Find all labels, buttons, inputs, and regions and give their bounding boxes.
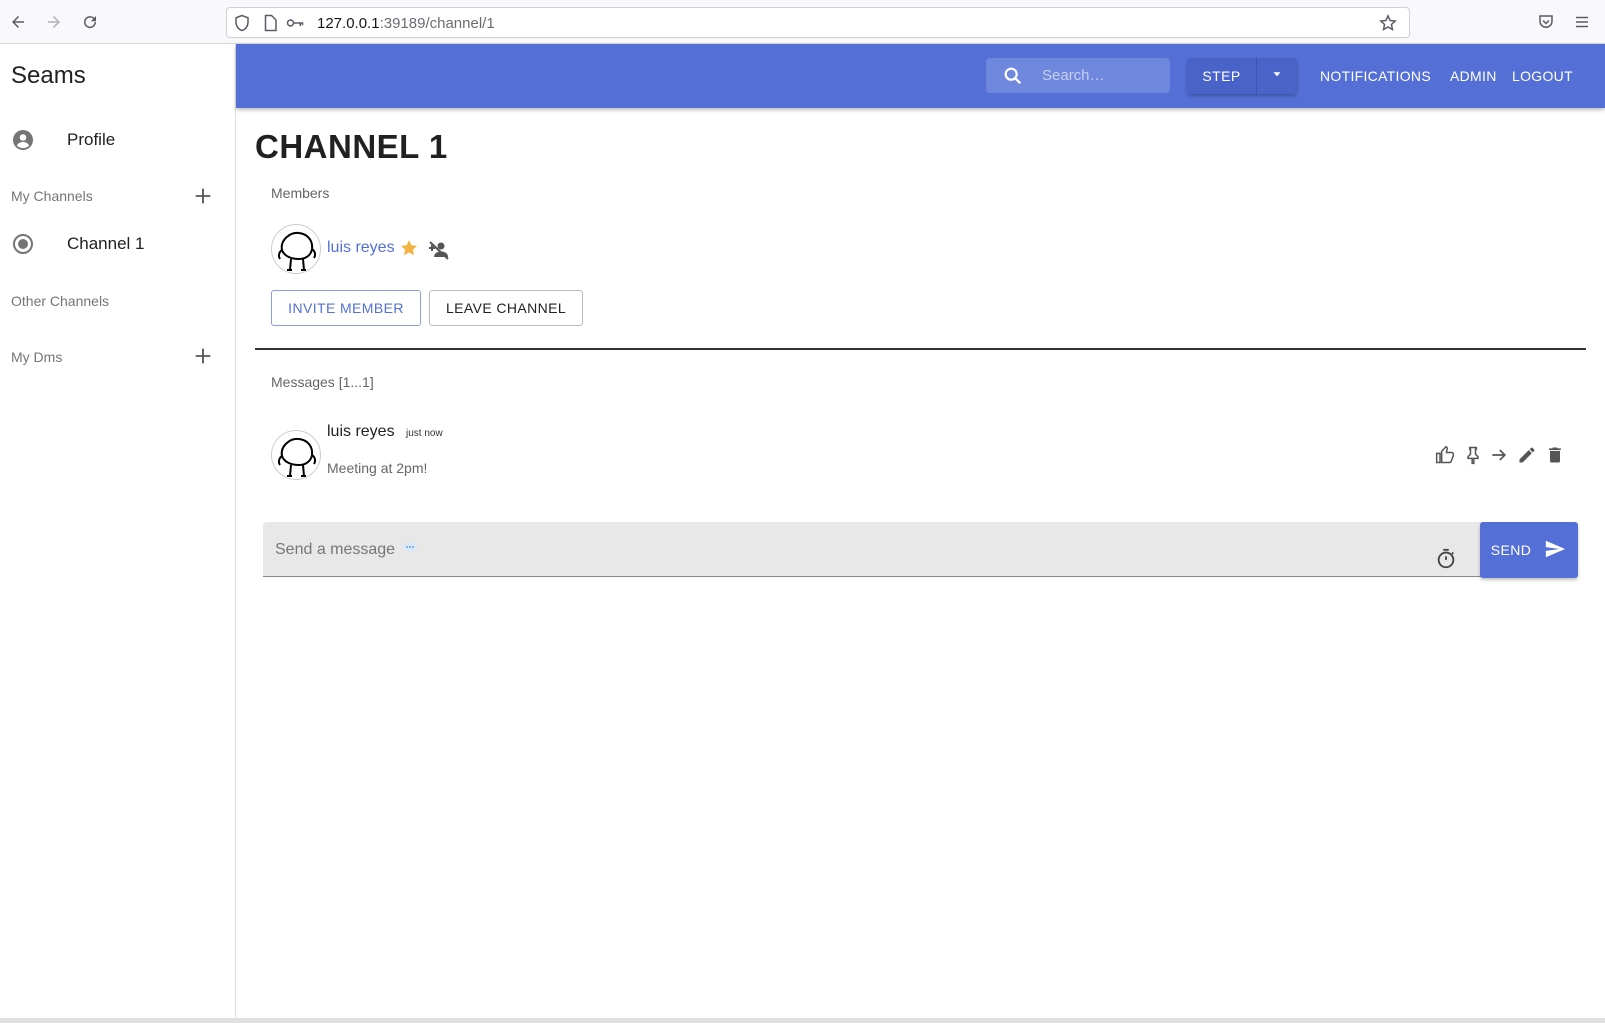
search-icon bbox=[1002, 65, 1024, 87]
search-input[interactable] bbox=[1042, 58, 1164, 93]
browser-toolbar: 127.0.0.1:39189/channel/1 bbox=[0, 0, 1605, 44]
invite-member-button[interactable]: INVITE MEMBER bbox=[271, 290, 421, 326]
step-dropdown-button[interactable] bbox=[1257, 58, 1297, 94]
page-icon bbox=[261, 14, 279, 32]
reload-icon[interactable] bbox=[78, 10, 102, 34]
account-circle-icon bbox=[11, 128, 35, 152]
pocket-icon[interactable] bbox=[1534, 10, 1558, 34]
page-title: CHANNEL 1 bbox=[255, 128, 448, 165]
sidebar: Seams Profile My Channels Channel 1 Othe… bbox=[0, 44, 236, 1019]
message-composer bbox=[263, 522, 1481, 577]
search-box[interactable] bbox=[986, 58, 1170, 93]
message-author: luis reyes bbox=[327, 423, 395, 440]
message-timestamp: just now bbox=[406, 428, 443, 439]
key-icon bbox=[285, 14, 304, 32]
my-channels-heading: My Channels bbox=[11, 188, 93, 204]
step-button[interactable]: STEP bbox=[1187, 58, 1257, 94]
sidebar-item-label: Channel 1 bbox=[67, 234, 145, 253]
menu-icon[interactable] bbox=[1570, 10, 1594, 34]
timer-icon[interactable] bbox=[1435, 548, 1457, 570]
admin-link[interactable]: ADMIN bbox=[1450, 68, 1497, 84]
add-channel-icon[interactable] bbox=[192, 185, 214, 207]
avatar[interactable] bbox=[271, 224, 321, 274]
radio-checked-icon bbox=[11, 232, 35, 256]
my-dms-heading: My Dms bbox=[11, 349, 63, 365]
thumbs-up-icon[interactable] bbox=[1435, 445, 1455, 465]
bottom-edge bbox=[0, 1018, 1605, 1023]
edit-icon[interactable] bbox=[1517, 445, 1537, 465]
step-button-group: STEP bbox=[1187, 58, 1297, 94]
forward-message-icon[interactable] bbox=[1489, 445, 1509, 465]
members-heading: Members bbox=[271, 185, 330, 201]
section-divider bbox=[255, 348, 1586, 350]
caret-down-icon bbox=[1270, 67, 1284, 86]
message-text: Meeting at 2pm! bbox=[327, 460, 428, 476]
messages-heading: Messages [1...1] bbox=[271, 374, 374, 390]
send-button-label: SEND bbox=[1490, 542, 1532, 558]
send-icon bbox=[1543, 538, 1567, 563]
other-channels-heading: Other Channels bbox=[11, 293, 110, 309]
message-input[interactable] bbox=[275, 536, 1375, 564]
delete-icon[interactable] bbox=[1545, 445, 1565, 465]
owner-star-icon bbox=[399, 238, 419, 258]
add-dm-icon[interactable] bbox=[192, 345, 214, 367]
pin-icon[interactable] bbox=[1463, 445, 1483, 465]
avatar[interactable] bbox=[271, 430, 321, 480]
forward-icon[interactable] bbox=[42, 10, 66, 34]
sidebar-item-profile[interactable]: Profile bbox=[0, 120, 236, 160]
bookmark-star-icon[interactable] bbox=[1379, 14, 1397, 32]
brand-title: Seams bbox=[11, 62, 86, 89]
sidebar-item-channel-1[interactable]: Channel 1 bbox=[0, 224, 236, 264]
leave-channel-button[interactable]: LEAVE CHANNEL bbox=[429, 290, 583, 326]
url-text: 127.0.0.1:39189/channel/1 bbox=[317, 15, 495, 32]
sidebar-item-label: Profile bbox=[67, 130, 116, 149]
url-bar[interactable]: 127.0.0.1:39189/channel/1 bbox=[226, 7, 1410, 38]
member-name-link[interactable]: luis reyes bbox=[327, 239, 395, 257]
top-app-bar: STEP NOTIFICATIONS ADMIN LOGOUT bbox=[236, 44, 1605, 108]
shield-icon bbox=[233, 14, 251, 32]
typing-indicator-icon bbox=[402, 541, 418, 556]
send-button[interactable]: SEND bbox=[1480, 522, 1578, 578]
notifications-link[interactable]: NOTIFICATIONS bbox=[1320, 68, 1431, 84]
logout-link[interactable]: LOGOUT bbox=[1512, 68, 1573, 84]
remove-member-icon[interactable] bbox=[427, 238, 451, 262]
back-icon[interactable] bbox=[6, 10, 30, 34]
